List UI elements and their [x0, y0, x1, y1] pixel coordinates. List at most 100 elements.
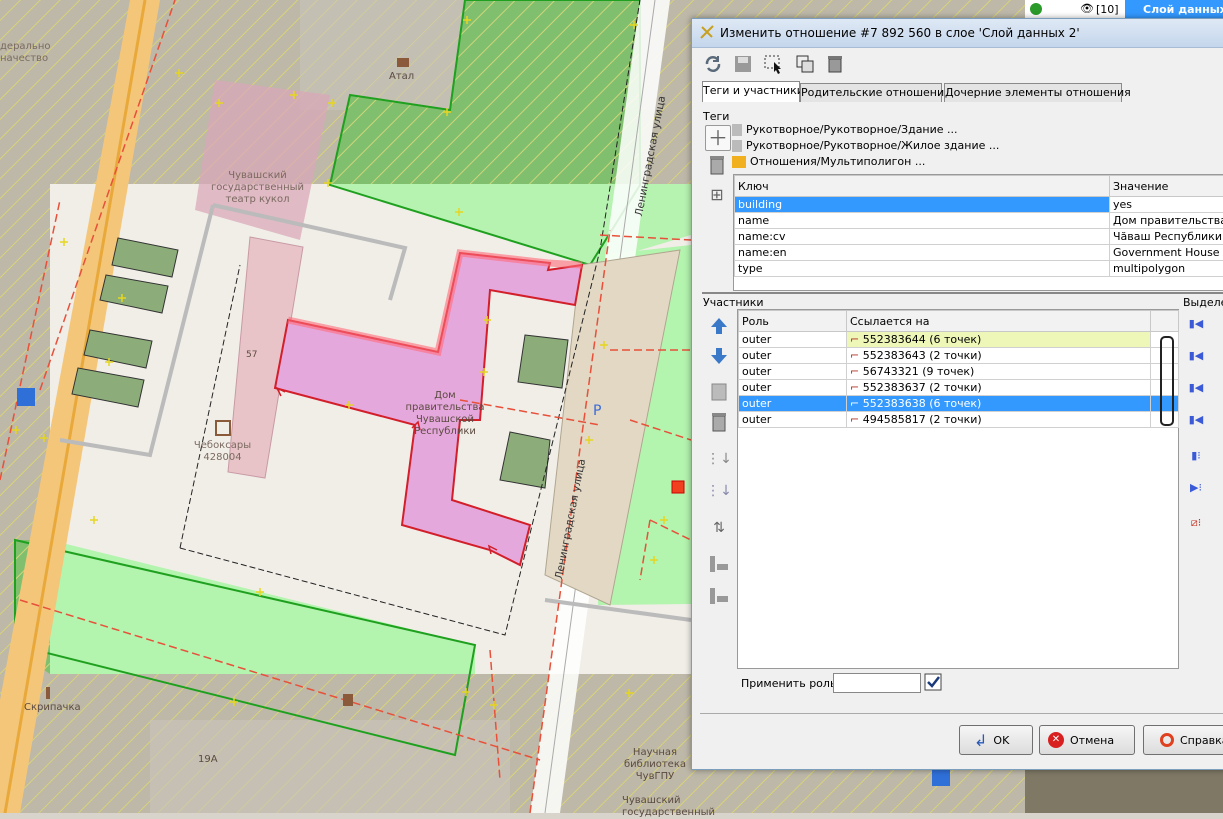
map-label-skripachka: Скрипачка	[24, 702, 81, 714]
josm-app-icon	[699, 24, 715, 40]
house-preset-icon	[732, 140, 742, 152]
tab-tags-members[interactable]: Теги и участники	[702, 81, 800, 102]
add-at-end-button[interactable]: ▮◀	[1184, 407, 1208, 431]
add-after-icon: ▮◀	[1189, 381, 1204, 394]
role-input[interactable]	[833, 673, 921, 693]
apply-role-button[interactable]	[922, 671, 944, 693]
member-row[interactable]: outer⌐ 552383638 (6 точек)	[739, 396, 1179, 412]
select-table-icon: ▶⁝	[1190, 481, 1202, 494]
select-button[interactable]	[762, 53, 784, 75]
way-icon: ⌐	[850, 365, 863, 378]
remove-selected-icon: ⧄⁝	[1191, 516, 1202, 530]
tab-parent-relations[interactable]: Родительские отношения	[800, 83, 942, 102]
member-row[interactable]: outer⌐ 56743321 (9 точек)	[739, 364, 1179, 380]
trash-icon	[710, 412, 728, 432]
download-incomplete-button[interactable]	[707, 584, 731, 608]
reverse-button[interactable]: ⇅	[707, 516, 731, 540]
eye-icon[interactable]: 👁	[1080, 2, 1094, 15]
select-members-icon: ▮⁝	[1191, 449, 1201, 462]
tag-row[interactable]: buildingyes	[735, 197, 1223, 213]
edit-member-button[interactable]	[707, 380, 731, 404]
paste-tags-button[interactable]: ⊞	[705, 182, 729, 206]
member-row[interactable]: outer⌐ 552383637 (2 точки)	[739, 380, 1179, 396]
help-button[interactable]: Справка	[1143, 725, 1223, 755]
remove-selected-button[interactable]: ⧄⁝	[1184, 511, 1208, 535]
tab-child-members[interactable]: Дочерние элементы отношения	[944, 83, 1122, 102]
plus-icon: ＋	[708, 128, 728, 148]
tag-row[interactable]: name:cvЧăваш Республикин е	[735, 229, 1223, 245]
cancel-button[interactable]: ✕Отмена	[1039, 725, 1135, 755]
selection-label: Выделе	[1183, 296, 1223, 309]
tag-row[interactable]: nameДом правительства Ч	[735, 213, 1223, 229]
sort-below-icon: ⋮↓	[706, 483, 732, 499]
add-before-button[interactable]: ▮◀	[1184, 343, 1208, 367]
member-table: РольСсылается на outer⌐ 552383644 (6 точ…	[738, 310, 1179, 428]
map-label-post: Чебоксары 428004	[190, 440, 255, 464]
ok-button[interactable]: ↲OK	[959, 725, 1033, 755]
check-icon	[1030, 3, 1042, 15]
tag-row[interactable]: typemultipolygon	[735, 261, 1223, 277]
select-members-button[interactable]: ▮⁝	[1184, 443, 1208, 467]
map-label-federal: дерально начество	[0, 41, 50, 65]
relation-editor-dialog: Изменить отношение #7 892 560 в слое 'Сл…	[691, 18, 1223, 770]
delete-relation-button[interactable]	[824, 53, 846, 75]
bottom-divider	[700, 713, 1223, 714]
tag-key-header[interactable]: Ключ	[735, 176, 1110, 197]
download-incomplete-icon	[708, 586, 730, 606]
member-ref-header[interactable]: Ссылается на	[847, 311, 1151, 332]
layer-count: [10]	[1096, 3, 1119, 16]
floppy-icon	[733, 54, 753, 74]
refresh-button[interactable]	[702, 53, 724, 75]
building-preset-icon	[732, 124, 742, 136]
tag-row[interactable]: name:enGovernment House of t	[735, 245, 1223, 261]
preset-item[interactable]: Отношения/Мультиполигон ...	[732, 155, 999, 171]
move-down-button[interactable]	[707, 344, 731, 368]
map-label-57: 57	[246, 349, 257, 361]
splitter[interactable]	[702, 292, 1223, 294]
member-row[interactable]: outer⌐ 552383643 (2 точки)	[739, 348, 1179, 364]
tag-table-panel: КлючЗначение buildingyes nameДом правите…	[733, 174, 1223, 291]
tag-value-header[interactable]: Значение	[1110, 176, 1223, 197]
selection-panel: ▮◀ ▮◀ ▮◀ ▮◀ ▮⁝ ▶⁝ ⧄⁝	[1182, 309, 1223, 709]
multipolygon-preset-icon	[732, 156, 746, 168]
connection-indicator	[1160, 336, 1174, 426]
save-button[interactable]	[732, 53, 754, 75]
arrow-down-icon	[709, 346, 729, 366]
member-row[interactable]: outer⌐ 494585817 (2 точки)	[739, 412, 1179, 428]
apply-role-label: Применить роль:	[741, 677, 840, 690]
member-table-panel: РольСсылается на outer⌐ 552383644 (6 точ…	[737, 309, 1179, 669]
add-at-start-button[interactable]: ▮◀	[1184, 311, 1208, 335]
dialog-titlebar[interactable]: Изменить отношение #7 892 560 в слое 'Сл…	[692, 19, 1223, 48]
select-in-table-button[interactable]: ▶⁝	[1184, 475, 1208, 499]
add-tag-button[interactable]: ＋	[705, 125, 731, 151]
map-label-chuvash-bottom: Чувашский государственный	[622, 795, 742, 819]
duplicate-button[interactable]	[794, 53, 816, 75]
lifebuoy-icon	[1160, 733, 1174, 747]
download-members-button[interactable]	[707, 552, 731, 576]
add-before-icon: ▮◀	[1189, 349, 1204, 362]
member-role-header[interactable]: Роль	[739, 311, 847, 332]
select-icon	[763, 54, 783, 74]
remove-member-button[interactable]	[707, 410, 731, 434]
preset-item[interactable]: Рукотворное/Рукотворное/Жилое здание ...	[732, 139, 999, 155]
layer-name[interactable]: Слой данных	[1125, 0, 1223, 19]
way-icon: ⌐	[850, 413, 863, 426]
move-up-button[interactable]	[707, 314, 731, 338]
delete-tag-button[interactable]	[705, 153, 729, 177]
trash-icon	[708, 155, 726, 175]
map-label-library: Научная библиотека ЧувГПУ	[620, 747, 690, 783]
download-members-icon	[708, 554, 730, 574]
way-icon: ⌐	[850, 333, 863, 346]
map-label-atal: Атал	[389, 71, 414, 83]
map-label-gov: Дом правительства Чувашской Республики	[385, 390, 505, 438]
preset-item[interactable]: Рукотворное/Рукотворное/Здание ...	[732, 123, 999, 139]
dialog-title: Изменить отношение #7 892 560 в слое 'Сл…	[720, 26, 1080, 40]
add-after-button[interactable]: ▮◀	[1184, 375, 1208, 399]
add-start-icon: ▮◀	[1189, 317, 1204, 330]
map-label-19a: 19А	[198, 754, 218, 766]
arrow-up-icon	[709, 316, 729, 336]
sort-below-button[interactable]: ⋮↓	[707, 479, 731, 503]
layer-list-strip[interactable]: 👁 [10] Слой данных	[1025, 0, 1223, 20]
sort-members-button[interactable]: ⋮↓	[707, 447, 731, 471]
member-row[interactable]: outer⌐ 552383644 (6 точек)	[739, 332, 1179, 348]
